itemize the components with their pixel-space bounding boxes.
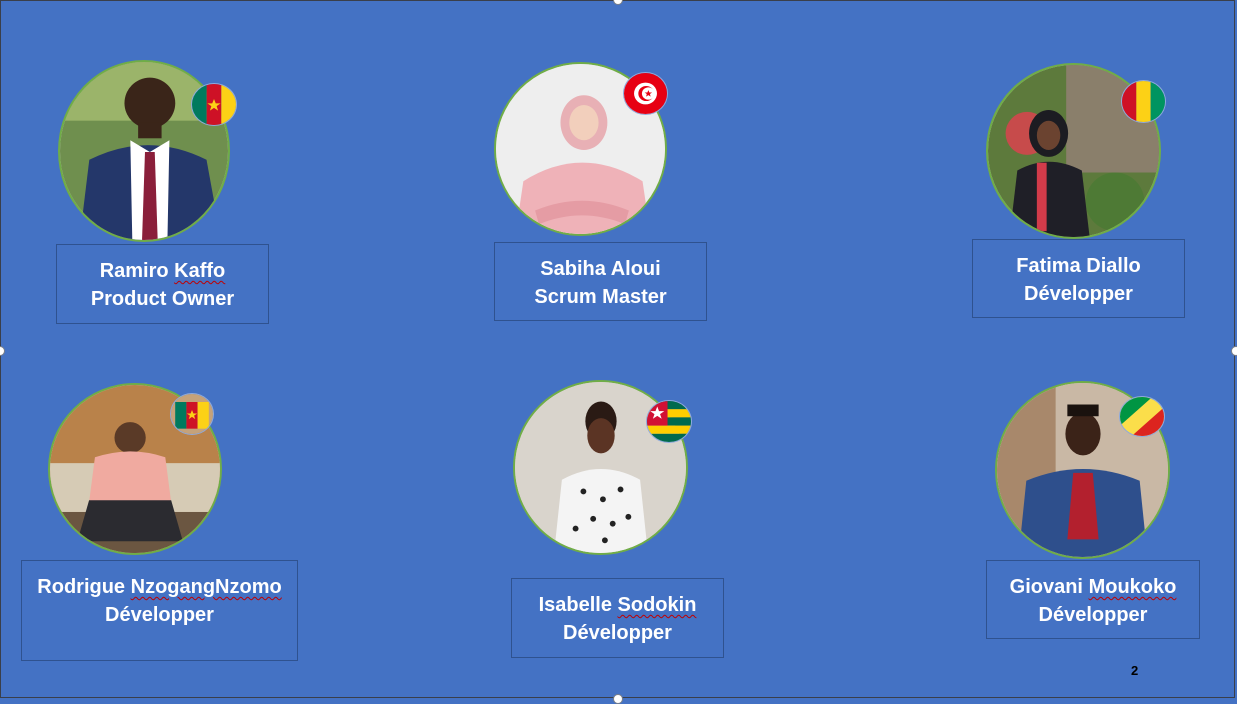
member-role: Développer	[563, 622, 672, 644]
member-card[interactable]: Rodrigue NzogangNzomo Développer	[21, 560, 298, 661]
togo-flag-icon	[646, 400, 692, 443]
cameroon-flag-icon	[191, 83, 237, 126]
member-card[interactable]: Fatima Diallo Développer	[972, 239, 1185, 318]
member-role: Product Owner	[90, 288, 235, 310]
resize-handle-right[interactable]	[1231, 346, 1237, 356]
member-name: Fatima Diallo	[1016, 255, 1141, 277]
member-name: Rodrigue NzogangNzomo	[37, 576, 282, 598]
cameroon-flag-icon	[170, 393, 214, 435]
tunisia-flag-icon	[623, 72, 668, 115]
member-role: Développer	[105, 604, 214, 626]
guinea-flag-icon	[1121, 80, 1166, 123]
member-card[interactable]: Isabelle Sodokin Développer	[511, 578, 724, 658]
member-name: Giovani Moukoko	[1009, 576, 1177, 598]
member-role: Développer	[1024, 283, 1133, 305]
resize-handle-bottom[interactable]	[613, 694, 623, 704]
page-number: 2	[1131, 663, 1139, 678]
member-role: Scrum Master	[534, 286, 667, 308]
member-card[interactable]: Giovani Moukoko Développer	[986, 560, 1200, 639]
member-card[interactable]: Sabiha Aloui Scrum Master	[494, 242, 707, 321]
member-name: Isabelle Sodokin	[538, 594, 697, 616]
member-name: Sabiha Aloui	[540, 258, 661, 280]
congo-flag-icon	[1119, 396, 1165, 437]
member-card[interactable]: Ramiro Kaffo Product Owner	[56, 244, 269, 324]
member-name: Ramiro Kaffo	[99, 260, 226, 282]
member-role: Développer	[1038, 604, 1148, 626]
